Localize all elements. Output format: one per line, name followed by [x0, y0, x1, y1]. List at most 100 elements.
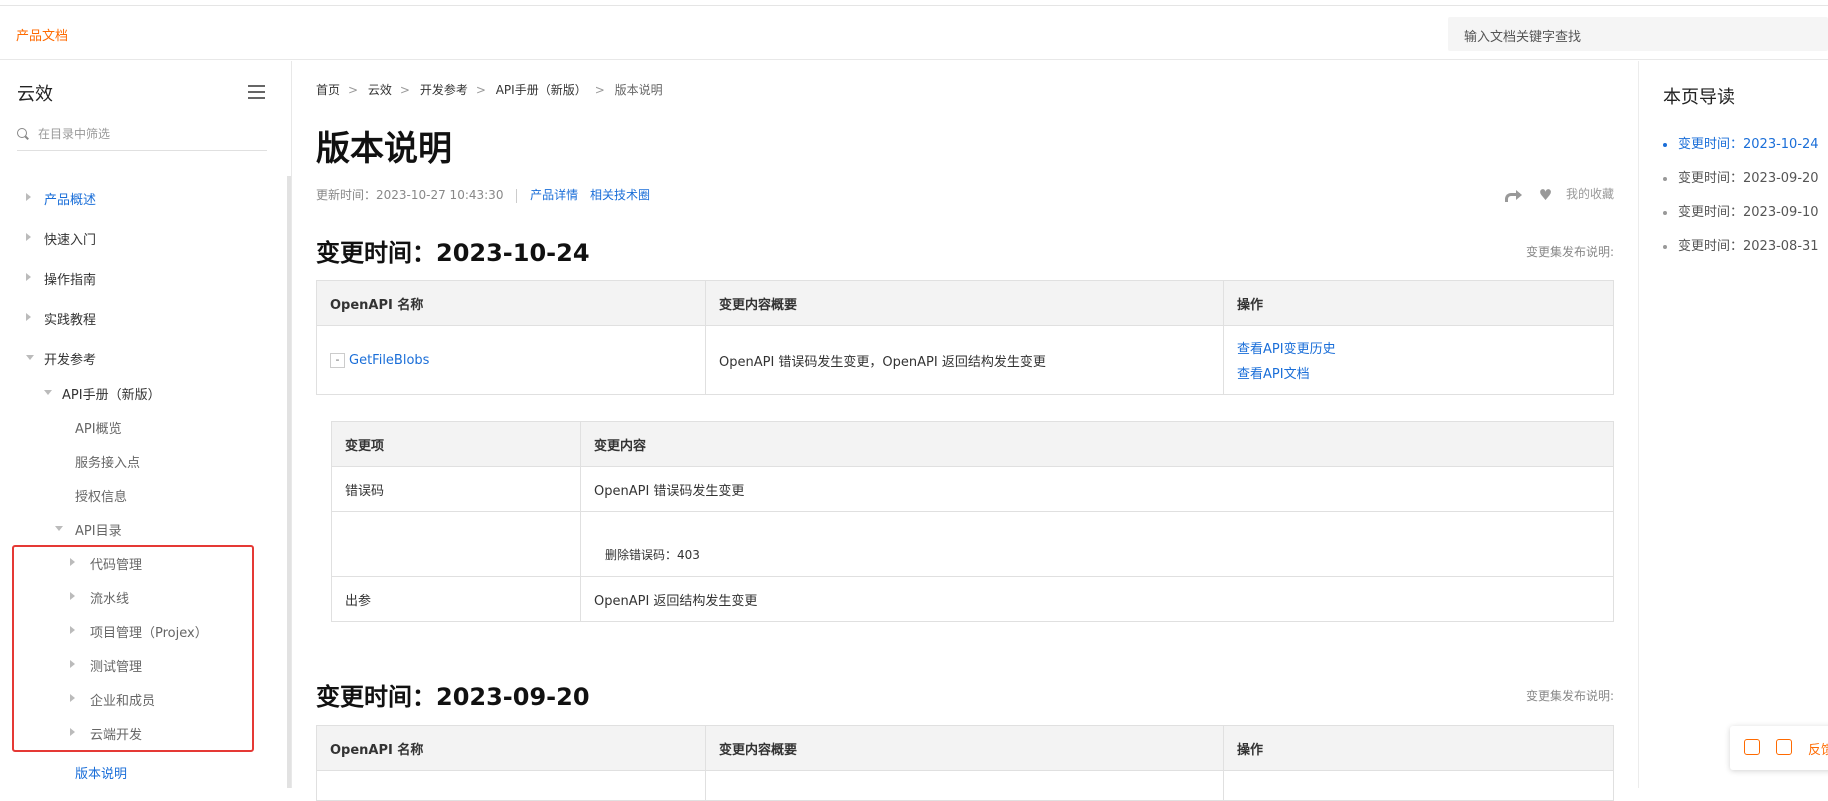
change-item-cell: 出参	[331, 576, 581, 622]
toc-item[interactable]: 变更时间：2023-09-10	[1663, 201, 1819, 220]
table-row: 错误码 OpenAPI 错误码发生变更	[331, 466, 1614, 512]
sidebar-item-label: 服务接入点	[75, 456, 141, 471]
page-actions: ♥ 我的收藏	[1504, 185, 1614, 204]
change-content-cell: 删除错误码：403	[580, 511, 1614, 577]
toc-title: 本页导读	[1663, 87, 1735, 108]
sidebar-title: 云效	[17, 84, 53, 105]
column-header: OpenAPI 名称	[316, 725, 706, 771]
table-header-row: OpenAPI 名称 变更内容概要 操作	[316, 725, 1614, 771]
chevron-right-icon	[26, 313, 31, 321]
share-icon[interactable]	[1504, 189, 1523, 202]
summary-cell: OpenAPI 错误码发生变更，OpenAPI 返回结构发生变更	[705, 325, 1224, 395]
toc-item[interactable]: 变更时间：2023-09-20	[1663, 167, 1819, 186]
column-header: 变更内容概要	[705, 725, 1224, 771]
change-content-cell: OpenAPI 返回结构发生变更	[580, 576, 1614, 622]
chevron-down-icon	[26, 355, 34, 360]
bullet-icon	[1663, 176, 1667, 181]
summary-cell	[705, 770, 1224, 801]
section-note: 变更集发布说明:	[1525, 689, 1614, 703]
api-name-link[interactable]: GetFileBlobs	[349, 353, 429, 368]
column-header: 变更内容概要	[705, 280, 1224, 326]
sidebar-item-label: 快速入门	[44, 233, 97, 248]
heart-icon[interactable]: ♥	[1539, 186, 1552, 204]
tech-forum-link[interactable]: 相关技术圈	[590, 188, 650, 202]
toc-item[interactable]: 变更时间：2023-10-24	[1663, 133, 1819, 152]
chevron-down-icon	[44, 390, 52, 395]
column-header: 变更内容	[580, 421, 1614, 467]
change-item-cell: 错误码	[331, 466, 581, 512]
api-doc-link[interactable]: 查看API文档	[1237, 363, 1600, 382]
change-content-cell: OpenAPI 错误码发生变更	[580, 466, 1614, 512]
thumbs-down-icon[interactable]	[1776, 739, 1792, 755]
sidebar-item-label: 开发参考	[44, 353, 97, 368]
feedback-button[interactable]: 反馈	[1808, 739, 1828, 758]
section-heading: 变更时间：2023-10-24	[316, 239, 590, 267]
table-header-row: OpenAPI 名称 变更内容概要 操作	[316, 280, 1614, 326]
column-header: 操作	[1223, 280, 1614, 326]
product-detail-link[interactable]: 产品详情	[530, 188, 578, 202]
page-title: 版本说明	[316, 129, 452, 169]
page-meta: 更新时间：2023-10-27 10:43:30 产品详情 相关技术圈	[316, 186, 658, 203]
breadcrumb-item[interactable]: 开发参考	[420, 83, 468, 97]
column-header: OpenAPI 名称	[316, 280, 706, 326]
bullet-icon	[1663, 244, 1667, 249]
actions-cell	[1223, 770, 1614, 801]
breadcrumb-item[interactable]: 云效	[368, 83, 392, 97]
page-toc: 本页导读 变更时间：2023-10-24 变更时间：2023-09-20 变更时…	[1638, 61, 1828, 788]
toc-item-label: 变更时间：2023-10-24	[1678, 137, 1819, 152]
column-header: 变更项	[331, 421, 581, 467]
section-note: 变更集发布说明:	[1525, 245, 1614, 259]
sidebar-item-label: 实践教程	[44, 313, 97, 328]
chevron-right-icon	[26, 233, 31, 241]
sidebar-item-label: API概览	[75, 422, 122, 437]
meta-divider	[516, 188, 518, 203]
sidebar-item-label: 操作指南	[44, 273, 97, 288]
table-row: 出参 OpenAPI 返回结构发生变更	[331, 576, 1614, 622]
highlight-annotation-box	[12, 545, 254, 752]
brand-link[interactable]: 产品文档	[16, 25, 68, 44]
toc-item-label: 变更时间：2023-09-10	[1678, 205, 1819, 220]
sidebar-filter-input[interactable]: 在目录中筛选	[17, 121, 267, 151]
api-name-cell: - GetFileBlobs	[316, 325, 706, 395]
search-placeholder: 输入文档关键字查找	[1464, 30, 1582, 45]
filter-placeholder: 在目录中筛选	[38, 127, 111, 141]
top-bar: 产品文档 输入文档关键字查找	[0, 7, 1828, 60]
thumbs-up-icon[interactable]	[1744, 739, 1760, 755]
sidebar-item-label: 授权信息	[75, 490, 128, 505]
toc-item-label: 变更时间：2023-09-20	[1678, 171, 1819, 186]
table-header-row: 变更项 变更内容	[331, 421, 1614, 467]
change-detail-table: 变更项 变更内容 错误码 OpenAPI 错误码发生变更 删除错误码：403 出…	[331, 421, 1614, 622]
breadcrumb: 首页 > 云效 > 开发参考 > API手册（新版） > 版本说明	[316, 83, 663, 97]
bullet-icon	[1663, 210, 1667, 215]
breadcrumb-item[interactable]: API手册（新版）	[496, 83, 587, 97]
main-content: 首页 > 云效 > 开发参考 > API手册（新版） > 版本说明 版本说明 更新时间：…	[316, 61, 1614, 801]
sidebar-item-label: 产品概述	[44, 193, 97, 208]
chevron-down-icon	[55, 526, 63, 531]
bullet-icon	[1663, 142, 1667, 147]
top-divider	[0, 0, 1828, 6]
api-change-history-link[interactable]: 查看API变更历史	[1237, 338, 1600, 357]
section-heading: 变更时间：2023-09-20	[316, 683, 590, 711]
toc-item-label: 变更时间：2023-08-31	[1678, 239, 1819, 254]
doc-search-input[interactable]: 输入文档关键字查找	[1448, 17, 1828, 51]
search-icon	[17, 128, 27, 138]
actions-cell: 查看API变更历史 查看API文档	[1223, 325, 1614, 395]
menu-icon[interactable]	[248, 85, 265, 99]
sidebar-item-label: API目录	[75, 524, 122, 539]
column-header: 操作	[1223, 725, 1614, 771]
favorite-link[interactable]: 我的收藏	[1566, 187, 1614, 201]
feedback-widget: 反馈	[1730, 726, 1828, 770]
toc-item[interactable]: 变更时间：2023-08-31	[1663, 235, 1819, 254]
change-item-cell	[331, 511, 581, 577]
table-row	[316, 770, 1614, 801]
breadcrumb-item[interactable]: 首页	[316, 83, 340, 97]
change-summary-table: OpenAPI 名称 变更内容概要 操作 - GetFileBlobs OpenA…	[316, 280, 1614, 395]
table-row: - GetFileBlobs OpenAPI 错误码发生变更，OpenAPI 返回…	[316, 325, 1614, 395]
sidebar-item-label: 版本说明	[75, 767, 128, 782]
change-summary-table: OpenAPI 名称 变更内容概要 操作	[316, 725, 1614, 801]
chevron-right-icon	[26, 273, 31, 281]
collapse-toggle[interactable]: -	[330, 352, 345, 368]
sidebar-scrollbar[interactable]	[287, 176, 291, 788]
updated-time: 更新时间：2023-10-27 10:43:30	[316, 188, 504, 202]
table-row: 删除错误码：403	[331, 511, 1614, 577]
